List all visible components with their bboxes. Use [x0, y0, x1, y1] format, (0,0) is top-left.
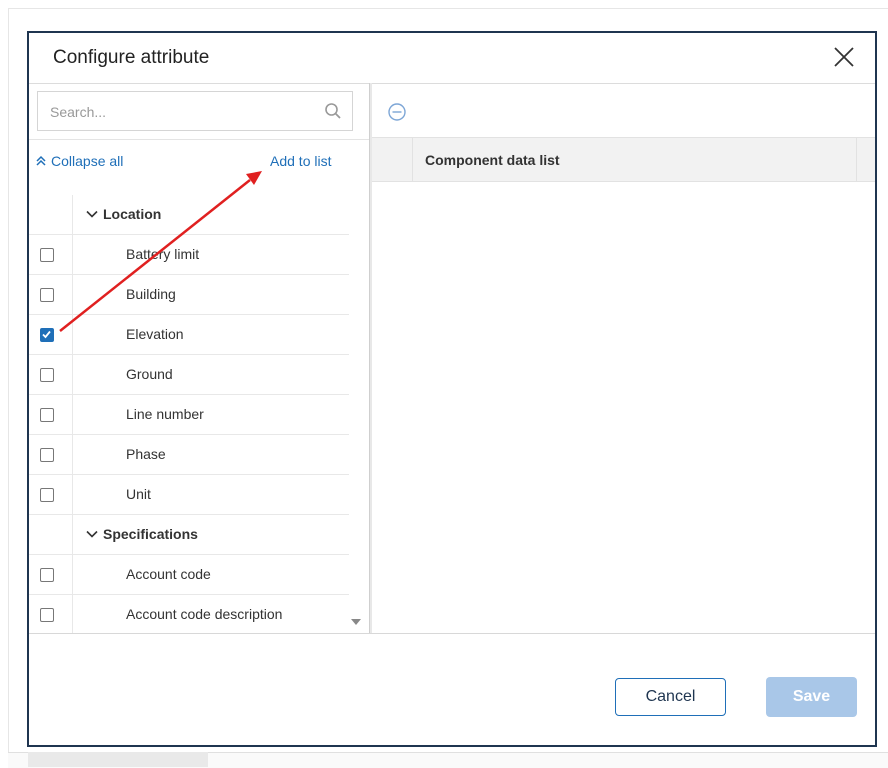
item-label: Line number [126, 406, 204, 422]
item-label: Account code [126, 566, 211, 582]
item-checkbox[interactable] [40, 488, 54, 502]
search-icon[interactable] [324, 102, 342, 120]
remove-icon[interactable] [387, 102, 407, 122]
component-list-header: Component data list [372, 138, 875, 182]
tree-item: Battery limit [29, 235, 349, 275]
item-label: Building [126, 286, 176, 302]
item-checkbox[interactable] [40, 248, 54, 262]
chevron-down-icon[interactable] [86, 208, 98, 220]
item-label: Ground [126, 366, 173, 382]
tree-group-specifications[interactable]: Specifications [29, 515, 349, 555]
checkbox-cell [29, 315, 73, 355]
tree-item: Line number [29, 395, 349, 435]
backdrop-top-border [8, 8, 888, 9]
checkbox-cell [29, 275, 73, 315]
cancel-button[interactable]: Cancel [615, 678, 726, 716]
item-checkbox[interactable] [40, 608, 54, 622]
save-button[interactable]: Save [766, 677, 857, 717]
group-label: Specifications [103, 526, 198, 542]
checkbox-cell [29, 195, 73, 235]
backdrop-footer-segment [28, 752, 208, 767]
column-header-component-data-list[interactable]: Component data list [425, 152, 560, 168]
backdrop-left-border [8, 8, 9, 767]
checkbox-cell [29, 235, 73, 275]
item-label: Account code description [126, 606, 283, 622]
tree-item: Ground [29, 355, 349, 395]
tree-item: Phase [29, 435, 349, 475]
tree-item: Elevation [29, 315, 349, 355]
item-label: Phase [126, 446, 166, 462]
collapse-all-label: Collapse all [51, 153, 124, 169]
header-end-cell [856, 138, 875, 181]
item-checkbox[interactable] [40, 568, 54, 582]
checkbox-cell [29, 555, 73, 595]
item-checkbox[interactable] [40, 448, 54, 462]
configure-attribute-dialog: Configure attribute Collapse all Add to … [27, 31, 877, 747]
attribute-tree-pane: Collapse all Add to list Location Batter… [29, 83, 372, 633]
tree-item: Building [29, 275, 349, 315]
collapse-all-icon [36, 155, 46, 166]
header-select-cell [372, 138, 413, 181]
tree-item: Account code description [29, 595, 349, 633]
item-checkbox[interactable] [40, 368, 54, 382]
checkbox-cell [29, 595, 73, 633]
dialog-title: Configure attribute [53, 47, 210, 68]
item-checkbox[interactable] [40, 408, 54, 422]
search-input[interactable] [48, 92, 322, 132]
checkbox-cell [29, 435, 73, 475]
tree-group-location[interactable]: Location [29, 195, 349, 235]
close-icon [834, 47, 854, 67]
close-button[interactable] [831, 44, 857, 70]
attribute-tree: Location Battery limit Building Elevatio… [29, 195, 349, 633]
add-to-list-link[interactable]: Add to list [270, 153, 331, 169]
checkbox-cell [29, 515, 73, 555]
checkbox-check-icon [42, 330, 51, 339]
dialog-header: Configure attribute [29, 33, 875, 84]
checkbox-cell [29, 355, 73, 395]
scroll-down-icon[interactable] [351, 619, 361, 625]
component-data-pane: Component data list [372, 83, 875, 633]
collapse-all-link[interactable]: Collapse all [35, 153, 123, 169]
tree-item: Account code [29, 555, 349, 595]
footer-divider [29, 633, 875, 634]
checkbox-cell [29, 395, 73, 435]
search-box [37, 91, 353, 132]
divider [29, 139, 369, 140]
checkbox-cell [29, 475, 73, 515]
chevron-down-icon[interactable] [86, 528, 98, 540]
item-label: Elevation [126, 326, 184, 342]
item-checkbox[interactable] [40, 288, 54, 302]
group-label: Location [103, 206, 162, 222]
tree-item: Unit [29, 475, 349, 515]
item-checkbox-checked[interactable] [40, 328, 54, 342]
item-label: Battery limit [126, 246, 200, 262]
item-label: Unit [126, 486, 151, 502]
